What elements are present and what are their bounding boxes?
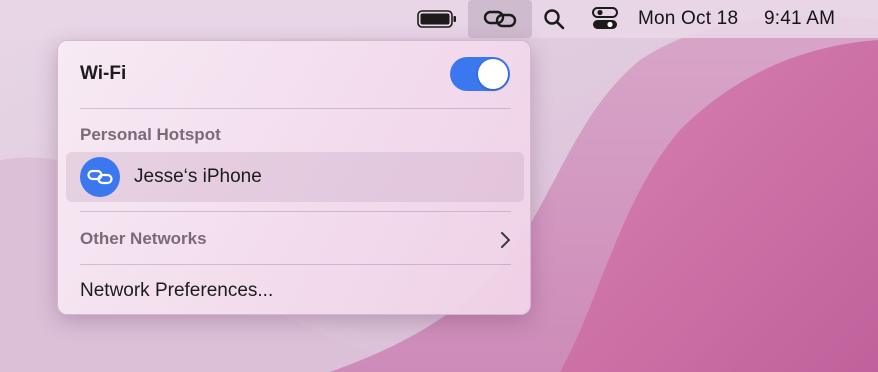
wifi-title: Wi-Fi: [80, 63, 127, 84]
device-icon-circle: [80, 157, 120, 197]
personal-hotspot-header: Personal Hotspot: [80, 125, 221, 144]
control-center-icon: [592, 7, 618, 29]
personal-hotspot-link-icon: [483, 10, 517, 28]
menubar-time[interactable]: 9:41 AM: [764, 8, 835, 30]
device-name: Jesse‘s iPhone: [134, 166, 262, 187]
chevron-right-icon[interactable]: [498, 231, 512, 249]
control-center-button[interactable]: [588, 0, 622, 38]
other-networks-item[interactable]: Other Networks: [80, 229, 207, 249]
battery-status[interactable]: [414, 0, 460, 38]
divider: [80, 211, 511, 212]
spotlight-search-icon: [544, 9, 565, 30]
menu-bar: Mon Oct 18 9:41 AM: [0, 0, 878, 38]
divider: [80, 108, 511, 109]
wifi-toggle[interactable]: [450, 57, 510, 91]
menubar-hotspot-button[interactable]: [468, 0, 532, 38]
personal-hotspot-link-icon: [87, 169, 113, 185]
spotlight-search-button[interactable]: [538, 0, 570, 38]
wifi-toggle-knob: [478, 59, 508, 89]
hotspot-device-item[interactable]: Jesse‘s iPhone: [66, 152, 524, 202]
wifi-menu-popover: Wi-Fi Personal Hotspot Jesse‘s iPhone Ot…: [57, 40, 531, 315]
menubar-date[interactable]: Mon Oct 18: [638, 8, 738, 30]
battery-full-icon: [417, 10, 456, 28]
network-preferences-item[interactable]: Network Preferences...: [80, 280, 273, 302]
divider: [80, 264, 511, 265]
